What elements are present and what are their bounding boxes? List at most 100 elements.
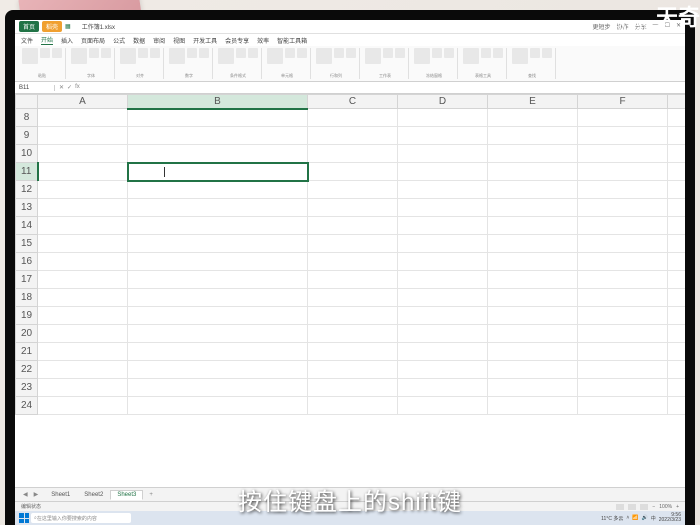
cell[interactable]: [308, 127, 398, 145]
ribbon-button[interactable]: [267, 48, 283, 64]
column-header[interactable]: A: [38, 95, 128, 109]
cell[interactable]: [398, 361, 488, 379]
ribbon-tab[interactable]: 效率: [257, 36, 269, 45]
cell[interactable]: [38, 289, 128, 307]
column-header[interactable]: E: [488, 95, 578, 109]
cell[interactable]: [308, 289, 398, 307]
ribbon-button[interactable]: [365, 48, 381, 64]
cell[interactable]: [398, 307, 488, 325]
cell[interactable]: [488, 253, 578, 271]
cell[interactable]: [488, 325, 578, 343]
spreadsheet-grid[interactable]: ABCDEFG89101112131415161718192021222324: [15, 94, 685, 415]
cell[interactable]: [38, 163, 128, 181]
cell[interactable]: [128, 127, 308, 145]
fx-icon[interactable]: fx: [75, 84, 80, 91]
ribbon-tab[interactable]: 会员专享: [225, 36, 249, 45]
ribbon-tab[interactable]: 公式: [113, 36, 125, 45]
ribbon-button[interactable]: [169, 48, 185, 64]
cell[interactable]: [128, 325, 308, 343]
cell[interactable]: [488, 307, 578, 325]
row-header[interactable]: 22: [16, 361, 38, 379]
cell[interactable]: [578, 289, 668, 307]
cell[interactable]: [308, 253, 398, 271]
cell[interactable]: [38, 343, 128, 361]
cell[interactable]: [578, 145, 668, 163]
cell[interactable]: [38, 253, 128, 271]
cell[interactable]: [38, 181, 128, 199]
row-header[interactable]: 19: [16, 307, 38, 325]
ribbon-button[interactable]: [297, 48, 307, 58]
ribbon-button[interactable]: [40, 48, 50, 58]
ribbon-tab[interactable]: 审阅: [153, 36, 165, 45]
cell[interactable]: [668, 109, 686, 127]
cell[interactable]: [578, 361, 668, 379]
row-header[interactable]: 16: [16, 253, 38, 271]
cell[interactable]: [578, 307, 668, 325]
cell[interactable]: [668, 127, 686, 145]
column-header[interactable]: C: [308, 95, 398, 109]
cell[interactable]: [398, 235, 488, 253]
cell[interactable]: [668, 145, 686, 163]
cell[interactable]: [308, 217, 398, 235]
cell[interactable]: [488, 235, 578, 253]
cell[interactable]: [668, 235, 686, 253]
cell[interactable]: [488, 217, 578, 235]
cell[interactable]: [38, 379, 128, 397]
cell[interactable]: [668, 379, 686, 397]
ribbon-button[interactable]: [89, 48, 99, 58]
cell[interactable]: [398, 109, 488, 127]
ribbon-tab[interactable]: 文件: [21, 36, 33, 45]
cell[interactable]: [398, 253, 488, 271]
active-cell[interactable]: [128, 163, 308, 181]
cell[interactable]: [668, 253, 686, 271]
cell[interactable]: [398, 127, 488, 145]
cell[interactable]: [38, 109, 128, 127]
cell[interactable]: [38, 307, 128, 325]
home-button[interactable]: 首页: [19, 21, 39, 32]
cell[interactable]: [578, 109, 668, 127]
ribbon-tab[interactable]: 智能工具箱: [277, 36, 307, 45]
row-header[interactable]: 14: [16, 217, 38, 235]
cell[interactable]: [398, 379, 488, 397]
cell[interactable]: [128, 379, 308, 397]
ribbon-button[interactable]: [120, 48, 136, 64]
ribbon-button[interactable]: [150, 48, 160, 58]
cell[interactable]: [398, 343, 488, 361]
select-all-corner[interactable]: [16, 95, 38, 109]
cell[interactable]: [308, 181, 398, 199]
ribbon-button[interactable]: [493, 48, 503, 58]
ribbon-button[interactable]: [346, 48, 356, 58]
ribbon-tab[interactable]: 开始: [41, 35, 53, 45]
cell[interactable]: [398, 397, 488, 415]
ribbon-button[interactable]: [334, 48, 344, 58]
cell[interactable]: [488, 397, 578, 415]
cell[interactable]: [488, 145, 578, 163]
cell[interactable]: [128, 199, 308, 217]
cell[interactable]: [398, 325, 488, 343]
column-header[interactable]: D: [398, 95, 488, 109]
ribbon-button[interactable]: [395, 48, 405, 58]
cell[interactable]: [128, 181, 308, 199]
cell[interactable]: [578, 253, 668, 271]
cell[interactable]: [308, 145, 398, 163]
ribbon-button[interactable]: [316, 48, 332, 64]
ribbon-tab[interactable]: 开发工具: [193, 36, 217, 45]
ribbon-button[interactable]: [481, 48, 491, 58]
cell[interactable]: [578, 271, 668, 289]
cell[interactable]: [308, 109, 398, 127]
cell[interactable]: [488, 199, 578, 217]
ribbon-button[interactable]: [512, 48, 528, 64]
cell[interactable]: [38, 217, 128, 235]
cell[interactable]: [128, 343, 308, 361]
ribbon-button[interactable]: [414, 48, 430, 64]
cell[interactable]: [128, 397, 308, 415]
cell[interactable]: [578, 397, 668, 415]
ribbon-button[interactable]: [444, 48, 454, 58]
cell[interactable]: [398, 145, 488, 163]
cell[interactable]: [668, 325, 686, 343]
ribbon-button[interactable]: [432, 48, 442, 58]
cell[interactable]: [488, 127, 578, 145]
cancel-icon[interactable]: ✕: [59, 84, 64, 91]
column-header[interactable]: F: [578, 95, 668, 109]
cell[interactable]: [38, 127, 128, 145]
